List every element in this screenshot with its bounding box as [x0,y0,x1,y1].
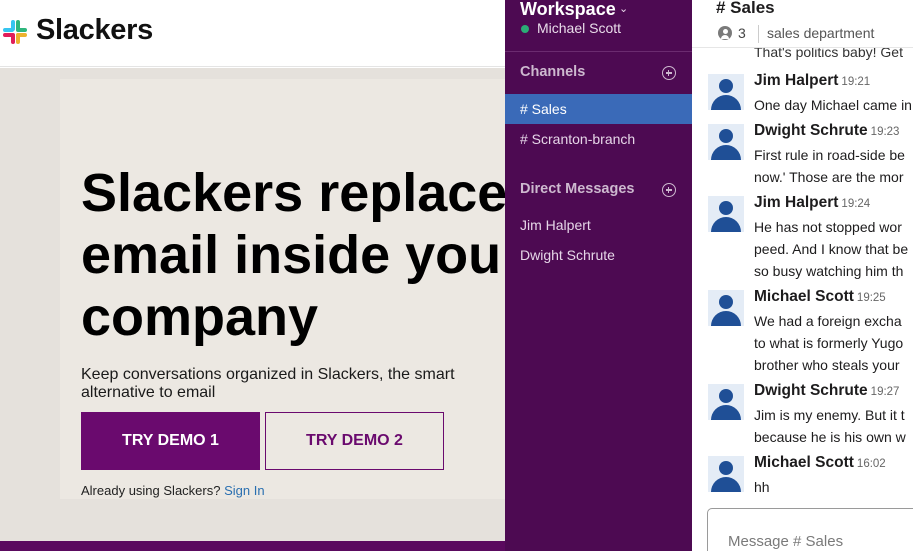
message-line: One day Michael came in [754,97,912,113]
message-line: Jim is my enemy. But it t [754,407,905,423]
message-line: to what is formerly Yugo [754,335,904,351]
app-sidebar: Workspace ⌄ Michael Scott Channels # Sal… [505,0,692,551]
sidebar-item-scranton-branch[interactable]: # Scranton-branch [505,124,692,154]
channel-title: # Sales [716,0,775,17]
message-author[interactable]: Dwight Schrute 19:23 [754,122,899,140]
hero-title-line: company [81,287,319,347]
message-line: peed. And I know that be [754,241,909,257]
avatar[interactable] [708,290,744,326]
message-text: He has not stopped wor peed. And I know t… [754,216,913,282]
message-time: 16:02 [856,458,886,470]
header-separator [758,25,759,43]
sidebar-item-dwight-schrute[interactable]: Dwight Schrute [505,240,692,270]
avatar[interactable] [708,456,744,492]
message-time: 19:24 [841,198,871,210]
hero-title-line: email inside you [81,225,502,285]
message-composer [707,508,913,551]
message-text: hh [754,476,913,498]
message-line: We had a foreign excha [754,313,902,329]
members-icon[interactable] [718,26,732,40]
message-line: because he is his own w [754,429,906,445]
sidebar-divider [505,51,692,52]
message-time: 19:23 [870,126,900,138]
current-user-name: Michael Scott [537,20,622,36]
hero-title: Slackers replace email inside you compan… [81,162,541,348]
sidebar-item-sales[interactable]: # Sales [505,94,692,124]
message-text: One day Michael came in [754,94,913,116]
member-count[interactable]: 3 [738,25,746,41]
hero-subtitle: Keep conversations organized in Slackers… [81,366,455,401]
message-author[interactable]: Dwight Schrute 19:27 [754,382,899,400]
chat-header-border [692,47,913,48]
avatar[interactable] [708,196,744,232]
message-time: 19:25 [856,292,886,304]
message-line: brother who steals your [754,357,900,373]
direct-messages-heading[interactable]: Direct Messages [520,181,634,197]
workspace-name[interactable]: Workspace [520,0,616,20]
slackers-logo-icon [3,20,27,44]
screen: Slackers Slackers replace email inside y… [0,0,913,551]
online-status-icon [521,25,529,33]
logo-text[interactable]: Slackers [36,14,153,47]
message-author[interactable]: Jim Halpert 19:21 [754,72,870,90]
chevron-down-icon[interactable]: ⌄ [619,2,628,15]
message-author[interactable]: Jim Halpert 19:24 [754,194,870,212]
chat-panel: # Sales 3 sales department That's politi… [692,0,913,551]
message-line: now.' Those are the mor [754,169,904,185]
message-line: hh [754,479,770,495]
sign-in-link[interactable]: Sign In [224,483,264,498]
message-author[interactable]: Michael Scott 16:02 [754,454,886,472]
message-text: Jim is my enemy. But it t because he is h… [754,404,913,448]
message-text: We had a foreign excha to what is formerl… [754,310,913,376]
signin-line: Already using Slackers? Sign In [81,483,265,498]
channels-heading[interactable]: Channels [520,64,585,80]
avatar[interactable] [708,124,744,160]
signin-prompt: Already using Slackers? [81,483,221,498]
message-time: 19:27 [870,386,900,398]
message-text: First rule in road-side be now.' Those ar… [754,144,913,188]
add-direct-message-icon[interactable] [662,183,676,197]
try-demo-2-button[interactable]: TRY DEMO 2 [265,412,444,470]
avatar[interactable] [708,74,744,110]
message-input[interactable] [728,533,913,550]
message-line: so busy watching him th [754,263,904,279]
add-channel-icon[interactable] [662,66,676,80]
channel-description: sales department [767,25,875,41]
message-line: He has not stopped wor [754,219,902,235]
message-author[interactable]: Michael Scott 19:25 [754,288,886,306]
avatar[interactable] [708,384,744,420]
try-demo-1-button[interactable]: TRY DEMO 1 [81,412,260,470]
message-line: First rule in road-side be [754,147,905,163]
message-time: 19:21 [841,76,871,88]
hero-title-line: Slackers replace [81,163,508,223]
sidebar-item-jim-halpert[interactable]: Jim Halpert [505,210,692,240]
